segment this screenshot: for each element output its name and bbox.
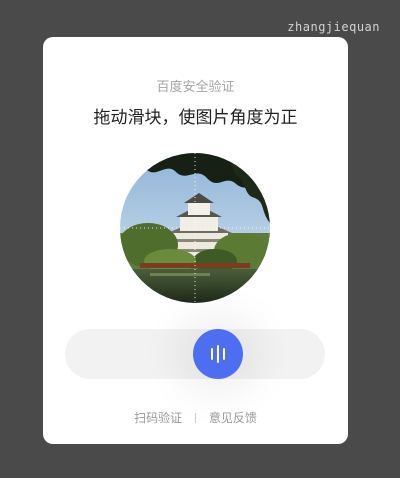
captcha-dialog: 百度安全验证 拖动滑块，使图片角度为正 扫码验证 意见反馈 — [43, 37, 348, 444]
grip-icon — [211, 345, 225, 363]
captcha-footer: 扫码验证 意见反馈 — [43, 409, 348, 426]
rotated-captcha-image — [120, 153, 270, 303]
captcha-photo — [120, 153, 270, 303]
scan-verify-link[interactable]: 扫码验证 — [134, 411, 182, 425]
captcha-title: 拖动滑块，使图片角度为正 — [93, 108, 298, 128]
rotation-slider-handle[interactable] — [193, 329, 243, 379]
rotation-slider-track[interactable] — [65, 329, 325, 379]
feedback-link[interactable]: 意见反馈 — [209, 411, 257, 425]
footer-divider — [195, 413, 196, 423]
watermark-text: zhangjiequan — [287, 20, 380, 34]
captcha-subtitle: 百度安全验证 — [156, 80, 235, 95]
